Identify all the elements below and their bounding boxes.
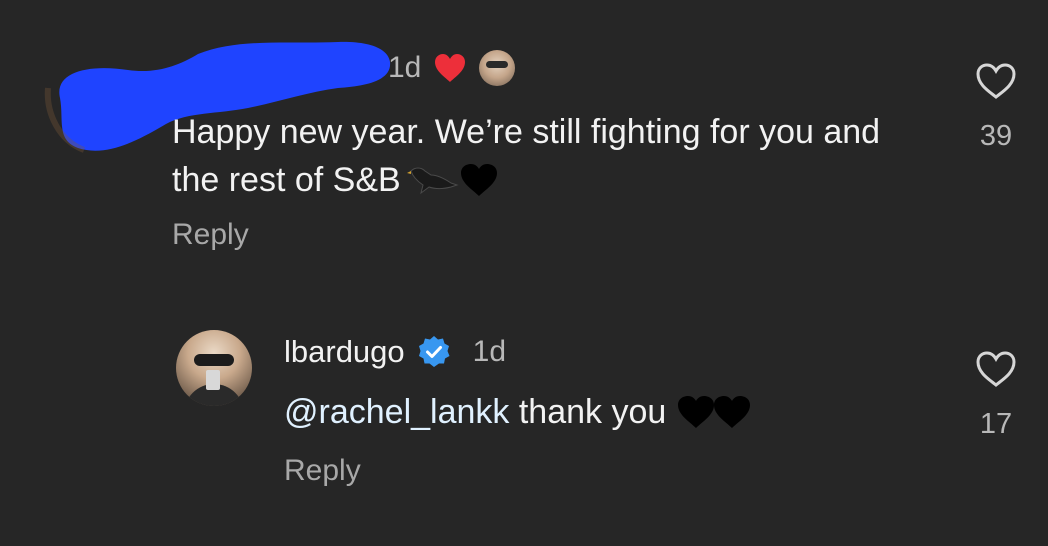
mention-link[interactable]: @rachel_lankk [284, 393, 509, 431]
black-heart-icon [460, 164, 497, 196]
comment-body: Happy new year. We’re still fighting for… [172, 108, 932, 204]
like-count: 39 [979, 120, 1013, 152]
comment-thread: 1d Happy new year. We’re still fighting … [0, 0, 1048, 546]
creator-liked-heart-icon [435, 54, 466, 82]
heart-outline-icon[interactable] [975, 350, 1017, 388]
black-heart-icon [713, 396, 750, 428]
bird-icon [406, 167, 459, 195]
comment-timestamp: 1d [388, 51, 422, 84]
comment-text: Happy new year. We’re still fighting for… [172, 113, 881, 199]
black-heart-icon [677, 396, 714, 428]
reply-meta: lbardugo 1d [284, 330, 506, 374]
like-count: 17 [979, 408, 1013, 440]
reply-like[interactable]: 17 [964, 350, 1028, 441]
heart-outline-icon[interactable] [975, 62, 1017, 100]
reply-body: @rachel_lankk thank you [284, 388, 752, 436]
avatar-glasses [194, 354, 234, 366]
reply-button[interactable]: Reply [172, 218, 249, 252]
avatar-cup [206, 370, 220, 390]
comment-meta: 1d [388, 48, 516, 88]
reply-timestamp: 1d [472, 335, 507, 368]
reply-text: thank you [509, 393, 667, 431]
reply-button[interactable]: Reply [284, 454, 361, 488]
comment-like[interactable]: 39 [964, 62, 1028, 153]
verified-badge-icon [418, 336, 450, 367]
reply-username[interactable]: lbardugo [284, 334, 405, 370]
creator-avatar [479, 50, 516, 86]
avatar[interactable] [176, 330, 252, 406]
